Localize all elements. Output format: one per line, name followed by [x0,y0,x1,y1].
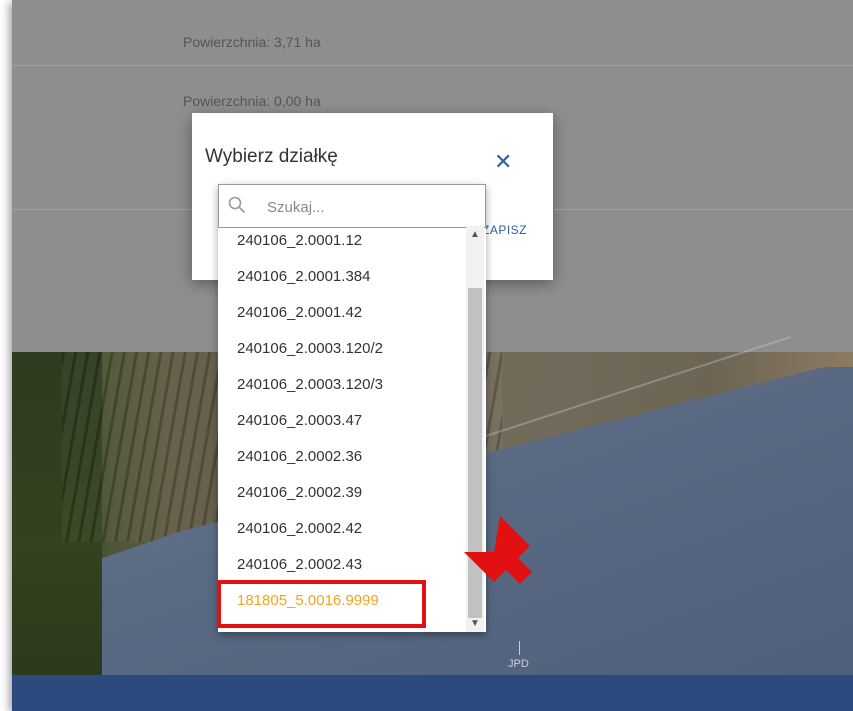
close-icon[interactable]: ✕ [494,151,512,173]
parcel-option[interactable]: 240106_2.0001.384 [218,262,466,298]
map-label: JPD [508,658,529,670]
parcel-option[interactable]: 240106_2.0002.36 [218,442,466,478]
scroll-down-icon[interactable]: ▼ [469,618,481,630]
parcel-option-label: 240106_2.0001.42 [237,304,363,321]
search-box[interactable] [218,184,486,228]
parcel-option[interactable]: 240106_2.0002.42 [218,514,466,550]
form-row: Powierzchnia: 3,71 ha [12,0,853,66]
parcel-option-label: 240106_2.0001.12 [237,232,363,249]
parcel-option[interactable]: 240106_2.0001.42 [218,298,466,334]
parcel-option-label: 240106_2.0002.42 [237,520,363,537]
search-icon [228,196,246,214]
parcel-option-label: 240106_2.0003.47 [237,412,363,429]
parcel-option-label: 240106_2.0003.120/3 [237,376,383,393]
parcel-option-label: 240106_2.0002.36 [237,448,363,465]
highlight-box [217,580,426,628]
red-arrow-icon [464,516,532,584]
map-tick [519,641,520,655]
parcel-option-label: 240106_2.0003.120/2 [237,340,383,357]
parcel-option[interactable]: 240106_2.0003.120/3 [218,370,466,406]
area-label: Powierzchnia: 3,71 ha [183,34,321,50]
scroll-up-icon[interactable]: ▲ [469,229,481,241]
parcel-option-label: 240106_2.0002.39 [237,484,363,501]
dialog-title: Wybierz działkę [205,146,338,167]
parcel-option[interactable]: 240106_2.0003.47 [218,406,466,442]
parcel-option-label: 240106_2.0001.384 [237,268,371,285]
area-label: Powierzchnia: 0,00 ha [183,93,321,109]
parcel-option-label: 240106_2.0002.43 [237,556,363,573]
parcel-option[interactable]: 240106_2.0002.39 [218,478,466,514]
parcel-list: 240106_2.0001.12 240106_2.0001.384 240106_… [218,226,466,632]
search-input[interactable] [265,193,469,221]
parcel-option[interactable]: 240106_2.0001.12 [218,226,466,262]
save-button[interactable]: ZAPISZ [482,223,527,237]
bottom-bar [12,675,853,711]
parcel-option[interactable]: 240106_2.0003.120/2 [218,334,466,370]
